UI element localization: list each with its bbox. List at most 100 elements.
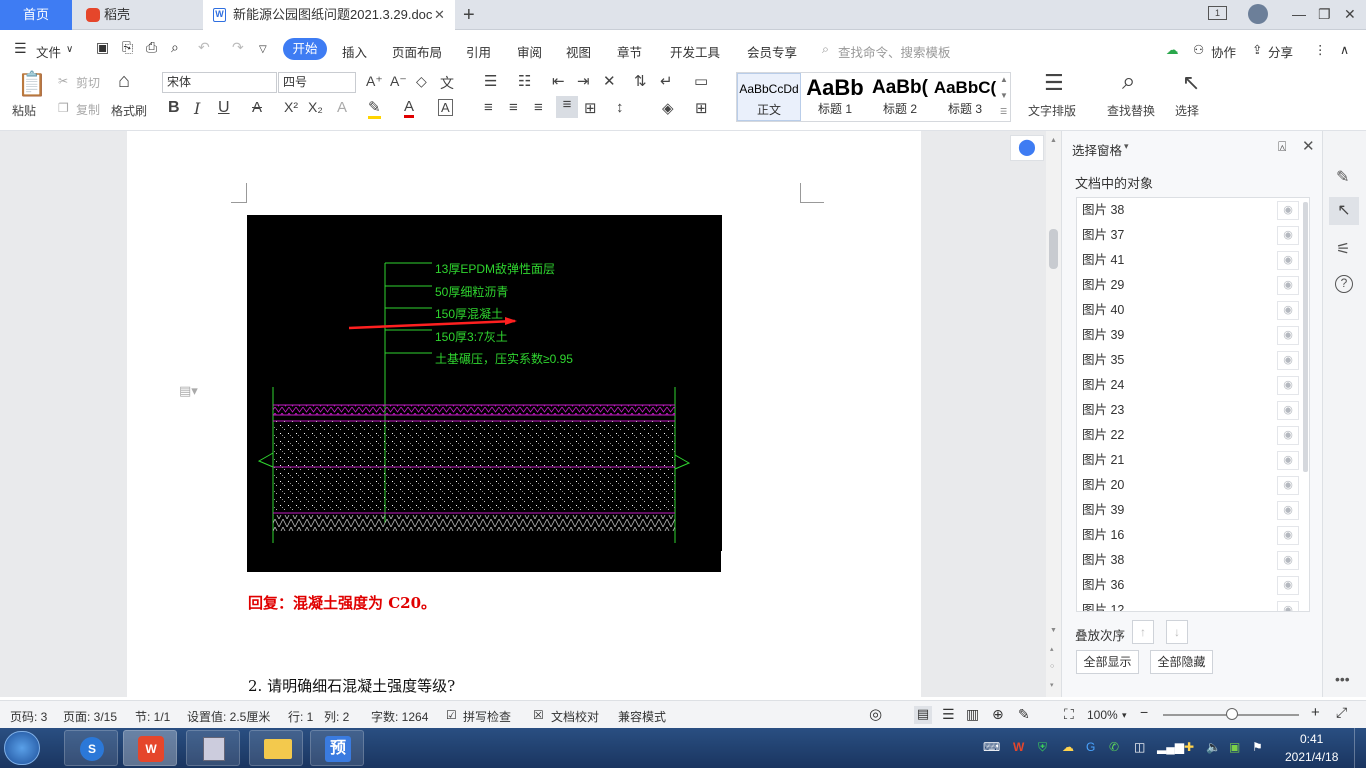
undo-icon[interactable]: ↶ — [198, 39, 210, 56]
phonetic-icon[interactable]: 文 — [440, 73, 454, 93]
numbered-list-icon[interactable]: ☷ — [518, 72, 531, 90]
eye-icon[interactable]: ◉ — [1277, 376, 1299, 395]
distribute-icon[interactable]: ⊞ — [584, 99, 597, 117]
nvidia-icon[interactable]: ▣ — [1229, 740, 1240, 754]
list-item[interactable]: 图片 36 ◉ — [1077, 573, 1309, 598]
pen-icon[interactable]: ✎ — [1336, 167, 1349, 187]
status-col[interactable]: 列: 2 — [324, 708, 349, 725]
bring-forward-icon[interactable]: ↑ — [1132, 620, 1154, 644]
superscript-icon[interactable]: X² — [284, 99, 298, 115]
list-item[interactable]: 图片 21 ◉ — [1077, 448, 1309, 473]
outline-view-icon[interactable]: ☰ — [942, 706, 955, 723]
list-item[interactable]: 图片 37 ◉ — [1077, 223, 1309, 248]
menu-view[interactable]: 视图 — [566, 42, 591, 61]
wechat-icon[interactable]: ✆ — [1109, 740, 1119, 754]
style-heading-2[interactable]: AaBb( 标题 2 — [868, 73, 932, 121]
hamburger-icon[interactable]: ☰ — [14, 40, 27, 57]
chevron-down-icon[interactable]: ∨ — [66, 44, 73, 55]
eye-icon[interactable]: ◉ — [1277, 251, 1299, 270]
status-section[interactable]: 节: 1/1 — [135, 708, 170, 725]
share-button[interactable]: 分享 — [1268, 42, 1293, 61]
menu-layout[interactable]: 页面布局 — [392, 42, 442, 61]
scroll-up-icon[interactable]: ▲ — [1050, 137, 1057, 144]
proof-button[interactable]: 文档校对 — [551, 708, 599, 725]
eye-icon[interactable]: ◉ — [1277, 551, 1299, 570]
eye-icon[interactable]: ◉ — [1277, 351, 1299, 370]
avatar[interactable] — [1248, 4, 1268, 24]
plus-tray-icon[interactable]: ✚ — [1184, 740, 1194, 754]
tab-document[interactable]: 新能源公园图纸问题2021.3.29.doc — [203, 0, 455, 30]
eye-icon[interactable]: ◉ — [1277, 301, 1299, 320]
calculator-taskbar-button[interactable] — [186, 730, 240, 766]
pane-title-dropdown-icon[interactable]: ▾ — [1124, 141, 1129, 152]
minimize-icon[interactable]: — — [1292, 6, 1306, 22]
text-layout-button[interactable]: 文字排版 — [1028, 102, 1076, 119]
list-item[interactable]: 图片 29 ◉ — [1077, 273, 1309, 298]
strikethrough-icon[interactable]: A — [252, 99, 262, 116]
eye-icon[interactable]: ◉ — [1277, 326, 1299, 345]
style-heading-3[interactable]: AaBbC( 标题 3 — [933, 73, 997, 121]
collab-button[interactable]: 协作 — [1211, 42, 1236, 61]
cut-button[interactable]: 剪切 — [76, 74, 100, 91]
fit-page-icon[interactable]: ⛶ — [1064, 706, 1074, 723]
zoom-dropdown-icon[interactable]: ▾ — [1122, 710, 1127, 721]
eye-icon[interactable]: ◉ — [1277, 476, 1299, 495]
list-item[interactable]: 图片 39 ◉ — [1077, 498, 1309, 523]
list-item[interactable]: 图片 24 ◉ — [1077, 373, 1309, 398]
shading-icon[interactable]: ◈ — [662, 99, 674, 117]
security-shield-icon[interactable]: ⛨ — [1038, 740, 1047, 755]
paragraph-menu-icon[interactable]: ▤▾ — [179, 383, 198, 399]
pin-icon[interactable]: ⍓ — [1278, 138, 1286, 155]
list-item[interactable]: 图片 16 ◉ — [1077, 523, 1309, 548]
write-view-icon[interactable]: ✎ — [1018, 706, 1030, 723]
eye-icon[interactable]: ◉ — [1277, 226, 1299, 245]
clear-format-icon[interactable]: ◇ — [416, 73, 427, 90]
shrink-font-icon[interactable]: A⁻ — [390, 73, 407, 90]
tab-home[interactable]: 首页 — [0, 0, 72, 30]
menu-member[interactable]: 会员专享 — [747, 42, 797, 61]
signal-icon[interactable]: ▂▄▆ — [1157, 740, 1184, 754]
print-icon[interactable]: ⎙ — [146, 39, 157, 56]
close-pane-icon[interactable]: ✕ — [1302, 137, 1315, 155]
list-item[interactable]: 图片 38 ◉ — [1077, 198, 1309, 223]
eye-icon[interactable]: ◉ — [1277, 451, 1299, 470]
styles-scroll-up-icon[interactable]: ▲ — [1000, 75, 1008, 84]
window-count-icon[interactable]: 1 — [1208, 6, 1227, 20]
subscript-icon[interactable]: X₂ — [308, 99, 323, 115]
eye-icon[interactable]: ◉ — [1277, 276, 1299, 295]
list-scroll-thumb[interactable] — [1303, 202, 1308, 472]
font-size-select[interactable]: 四号 — [278, 72, 356, 93]
style-heading-1[interactable]: AaBb 标题 1 — [803, 73, 867, 121]
g-tray-icon[interactable]: G — [1086, 740, 1095, 754]
styles-scroll-down-icon[interactable]: ▼ — [1000, 91, 1008, 100]
grow-font-icon[interactable]: A⁺ — [366, 73, 383, 90]
tab-close-icon[interactable]: ✕ — [434, 7, 445, 23]
list-item[interactable]: 图片 41 ◉ — [1077, 248, 1309, 273]
object-list[interactable]: 图片 38 ◉ 图片 37 ◉ 图片 41 ◉ 图片 29 ◉ 图片 40 ◉ 图片 39… — [1076, 197, 1310, 612]
eye-icon[interactable]: ◉ — [1277, 526, 1299, 545]
zoom-slider-handle[interactable] — [1226, 708, 1238, 720]
clock-time[interactable]: 0:41 — [1300, 732, 1323, 746]
help-icon[interactable]: ? — [1335, 275, 1353, 293]
command-search-input[interactable]: 查找命令、搜索模板 — [838, 42, 951, 61]
bold-icon[interactable]: B — [168, 99, 180, 117]
list-item[interactable]: 图片 35 ◉ — [1077, 348, 1309, 373]
list-item[interactable]: 图片 12 ◉ — [1077, 598, 1309, 611]
list-item[interactable]: 图片 40 ◉ — [1077, 298, 1309, 323]
redo-icon[interactable]: ↷ — [232, 39, 244, 56]
export-icon[interactable]: ⎘ — [122, 39, 133, 56]
eye-icon[interactable]: ◉ — [1277, 426, 1299, 445]
line-spacing-icon[interactable]: ↕ — [616, 99, 624, 116]
hide-all-button[interactable]: 全部隐藏 — [1150, 650, 1213, 674]
sliders-icon[interactable]: ⚟ — [1336, 239, 1350, 259]
align-right-icon[interactable]: ≡ — [534, 99, 543, 116]
eye-icon[interactable]: ◉ — [1277, 576, 1299, 595]
next-page-icon[interactable]: ▾ — [1050, 681, 1054, 689]
list-item[interactable]: 图片 20 ◉ — [1077, 473, 1309, 498]
status-row[interactable]: 行: 1 — [288, 708, 313, 725]
wps-tray-icon[interactable]: W — [1013, 740, 1024, 754]
reading-view-icon[interactable]: ▥ — [966, 706, 979, 723]
font-color-icon[interactable]: A — [404, 98, 415, 118]
menu-section[interactable]: 章节 — [617, 42, 642, 61]
browse-object-icon[interactable]: ○ — [1050, 663, 1054, 670]
